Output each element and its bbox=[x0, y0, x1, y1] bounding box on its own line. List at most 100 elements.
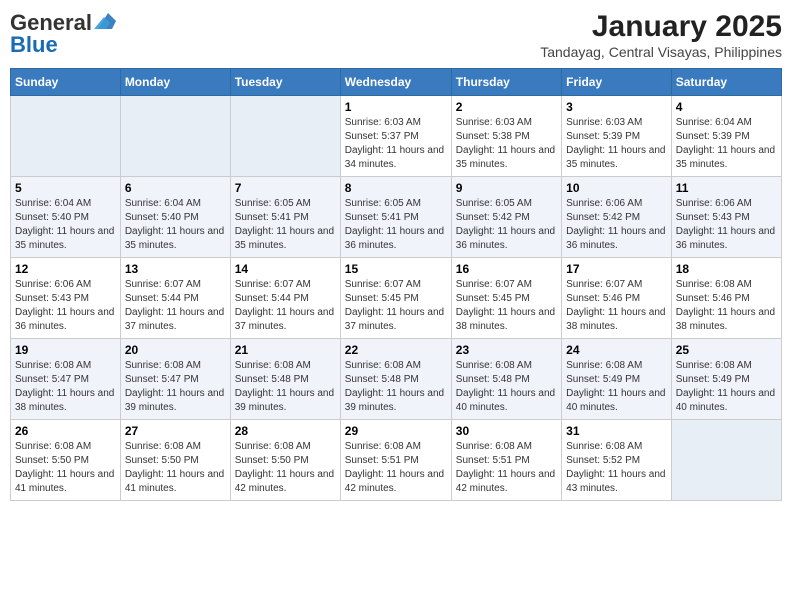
day-info: Sunrise: 6:04 AM Sunset: 5:40 PM Dayligh… bbox=[15, 197, 116, 253]
day-number: 28 bbox=[235, 424, 336, 438]
day-number: 6 bbox=[125, 181, 226, 195]
calendar-cell: 23 Sunrise: 6:08 AM Sunset: 5:48 PM Dayli… bbox=[451, 339, 561, 420]
day-info: Sunrise: 6:03 AM Sunset: 5:37 PM Dayligh… bbox=[345, 116, 447, 172]
calendar-cell: 26 Sunrise: 6:08 AM Sunset: 5:50 PM Dayli… bbox=[11, 420, 121, 501]
calendar-cell: 17Sunrise: 6:07 AM Sunset: 5:46 PM Dayli… bbox=[562, 258, 672, 339]
day-number: 18 bbox=[676, 262, 777, 276]
calendar-week-row: 26 Sunrise: 6:08 AM Sunset: 5:50 PM Dayli… bbox=[11, 420, 782, 501]
logo-blue: Blue bbox=[10, 32, 58, 58]
day-info: Sunrise: 6:07 AM Sunset: 5:44 PM Dayligh… bbox=[235, 278, 336, 334]
day-info: Sunrise: 6:05 AM Sunset: 5:42 PM Dayligh… bbox=[456, 197, 557, 253]
title-block: January 2025 Tandayag, Central Visayas, … bbox=[540, 10, 782, 60]
day-number: 1 bbox=[345, 100, 447, 114]
day-number: 11 bbox=[676, 181, 777, 195]
calendar-cell: 27 Sunrise: 6:08 AM Sunset: 5:50 PM Dayli… bbox=[120, 420, 230, 501]
day-info: Sunrise: 6:04 AM Sunset: 5:40 PM Dayligh… bbox=[125, 197, 226, 253]
calendar-cell bbox=[120, 96, 230, 177]
day-number: 3 bbox=[566, 100, 667, 114]
calendar-cell: 18 Sunrise: 6:08 AM Sunset: 5:46 PM Dayli… bbox=[671, 258, 781, 339]
calendar-cell: 24 Sunrise: 6:08 AM Sunset: 5:49 PM Dayli… bbox=[562, 339, 672, 420]
day-number: 25 bbox=[676, 343, 777, 357]
day-info: Sunrise: 6:08 AM Sunset: 5:50 PM Dayligh… bbox=[125, 440, 226, 496]
logo: General Blue bbox=[10, 10, 116, 58]
day-info: Sunrise: 6:08 AM Sunset: 5:50 PM Dayligh… bbox=[235, 440, 336, 496]
calendar-cell: 30 Sunrise: 6:08 AM Sunset: 5:51 PM Dayli… bbox=[451, 420, 561, 501]
day-number: 2 bbox=[456, 100, 557, 114]
page-header: General Blue January 2025 Tandayag, Cent… bbox=[10, 10, 782, 60]
day-info: Sunrise: 6:08 AM Sunset: 5:47 PM Dayligh… bbox=[125, 359, 226, 415]
day-info: Sunrise: 6:08 AM Sunset: 5:49 PM Dayligh… bbox=[566, 359, 667, 415]
weekday-header: Tuesday bbox=[230, 69, 340, 96]
calendar-cell bbox=[230, 96, 340, 177]
day-number: 19 bbox=[15, 343, 116, 357]
day-info: Sunrise: 6:03 AM Sunset: 5:39 PM Dayligh… bbox=[566, 116, 667, 172]
day-number: 30 bbox=[456, 424, 557, 438]
day-number: 8 bbox=[345, 181, 447, 195]
day-number: 21 bbox=[235, 343, 336, 357]
day-number: 4 bbox=[676, 100, 777, 114]
day-number: 31 bbox=[566, 424, 667, 438]
calendar-cell: 25 Sunrise: 6:08 AM Sunset: 5:49 PM Dayli… bbox=[671, 339, 781, 420]
day-number: 26 bbox=[15, 424, 116, 438]
day-info: Sunrise: 6:08 AM Sunset: 5:50 PM Dayligh… bbox=[15, 440, 116, 496]
weekday-header: Friday bbox=[562, 69, 672, 96]
day-info: Sunrise: 6:08 AM Sunset: 5:48 PM Dayligh… bbox=[235, 359, 336, 415]
calendar-cell: 28 Sunrise: 6:08 AM Sunset: 5:50 PM Dayli… bbox=[230, 420, 340, 501]
calendar-cell: 1 Sunrise: 6:03 AM Sunset: 5:37 PM Daylig… bbox=[340, 96, 451, 177]
day-info: Sunrise: 6:06 AM Sunset: 5:42 PM Dayligh… bbox=[566, 197, 667, 253]
day-number: 9 bbox=[456, 181, 557, 195]
day-number: 24 bbox=[566, 343, 667, 357]
day-number: 27 bbox=[125, 424, 226, 438]
day-info: Sunrise: 6:05 AM Sunset: 5:41 PM Dayligh… bbox=[235, 197, 336, 253]
calendar-week-row: 1 Sunrise: 6:03 AM Sunset: 5:37 PM Daylig… bbox=[11, 96, 782, 177]
day-info: Sunrise: 6:05 AM Sunset: 5:41 PM Dayligh… bbox=[345, 197, 447, 253]
calendar-cell: 7 Sunrise: 6:05 AM Sunset: 5:41 PM Daylig… bbox=[230, 177, 340, 258]
weekday-header: Wednesday bbox=[340, 69, 451, 96]
calendar-cell: 11 Sunrise: 6:06 AM Sunset: 5:43 PM Dayli… bbox=[671, 177, 781, 258]
calendar-week-row: 5 Sunrise: 6:04 AM Sunset: 5:40 PM Daylig… bbox=[11, 177, 782, 258]
day-info: Sunrise: 6:07 AM Sunset: 5:45 PM Dayligh… bbox=[456, 278, 557, 334]
day-info: Sunrise: 6:07 AM Sunset: 5:44 PM Dayligh… bbox=[125, 278, 226, 334]
weekday-header: Saturday bbox=[671, 69, 781, 96]
calendar-cell: 13Sunrise: 6:07 AM Sunset: 5:44 PM Dayli… bbox=[120, 258, 230, 339]
day-info: Sunrise: 6:08 AM Sunset: 5:46 PM Dayligh… bbox=[676, 278, 777, 334]
calendar-cell: 16Sunrise: 6:07 AM Sunset: 5:45 PM Dayli… bbox=[451, 258, 561, 339]
calendar-cell: 3 Sunrise: 6:03 AM Sunset: 5:39 PM Daylig… bbox=[562, 96, 672, 177]
day-info: Sunrise: 6:06 AM Sunset: 5:43 PM Dayligh… bbox=[676, 197, 777, 253]
day-info: Sunrise: 6:08 AM Sunset: 5:51 PM Dayligh… bbox=[345, 440, 447, 496]
page-title: January 2025 bbox=[540, 10, 782, 44]
weekday-header: Thursday bbox=[451, 69, 561, 96]
day-number: 23 bbox=[456, 343, 557, 357]
day-number: 20 bbox=[125, 343, 226, 357]
calendar-cell: 2Sunrise: 6:03 AM Sunset: 5:38 PM Daylig… bbox=[451, 96, 561, 177]
day-number: 22 bbox=[345, 343, 447, 357]
calendar-cell: 15Sunrise: 6:07 AM Sunset: 5:45 PM Dayli… bbox=[340, 258, 451, 339]
day-info: Sunrise: 6:08 AM Sunset: 5:49 PM Dayligh… bbox=[676, 359, 777, 415]
calendar-cell: 21 Sunrise: 6:08 AM Sunset: 5:48 PM Dayli… bbox=[230, 339, 340, 420]
day-number: 5 bbox=[15, 181, 116, 195]
day-info: Sunrise: 6:08 AM Sunset: 5:48 PM Dayligh… bbox=[456, 359, 557, 415]
day-info: Sunrise: 6:08 AM Sunset: 5:48 PM Dayligh… bbox=[345, 359, 447, 415]
calendar-cell: 10 Sunrise: 6:06 AM Sunset: 5:42 PM Dayli… bbox=[562, 177, 672, 258]
calendar-cell: 22 Sunrise: 6:08 AM Sunset: 5:48 PM Dayli… bbox=[340, 339, 451, 420]
day-number: 14 bbox=[235, 262, 336, 276]
logo-icon bbox=[94, 13, 116, 29]
day-info: Sunrise: 6:04 AM Sunset: 5:39 PM Dayligh… bbox=[676, 116, 777, 172]
calendar-cell bbox=[671, 420, 781, 501]
calendar-cell bbox=[11, 96, 121, 177]
calendar-cell: 6 Sunrise: 6:04 AM Sunset: 5:40 PM Daylig… bbox=[120, 177, 230, 258]
calendar-cell: 31Sunrise: 6:08 AM Sunset: 5:52 PM Dayli… bbox=[562, 420, 672, 501]
page-subtitle: Tandayag, Central Visayas, Philippines bbox=[540, 44, 782, 60]
calendar-cell: 5 Sunrise: 6:04 AM Sunset: 5:40 PM Daylig… bbox=[11, 177, 121, 258]
weekday-header-row: SundayMondayTuesdayWednesdayThursdayFrid… bbox=[11, 69, 782, 96]
calendar-cell: 9 Sunrise: 6:05 AM Sunset: 5:42 PM Daylig… bbox=[451, 177, 561, 258]
day-info: Sunrise: 6:08 AM Sunset: 5:47 PM Dayligh… bbox=[15, 359, 116, 415]
calendar-cell: 12Sunrise: 6:06 AM Sunset: 5:43 PM Dayli… bbox=[11, 258, 121, 339]
day-info: Sunrise: 6:08 AM Sunset: 5:51 PM Dayligh… bbox=[456, 440, 557, 496]
weekday-header: Sunday bbox=[11, 69, 121, 96]
day-number: 7 bbox=[235, 181, 336, 195]
calendar-table: SundayMondayTuesdayWednesdayThursdayFrid… bbox=[10, 68, 782, 501]
calendar-cell: 8 Sunrise: 6:05 AM Sunset: 5:41 PM Daylig… bbox=[340, 177, 451, 258]
calendar-cell: 14 Sunrise: 6:07 AM Sunset: 5:44 PM Dayli… bbox=[230, 258, 340, 339]
day-number: 10 bbox=[566, 181, 667, 195]
